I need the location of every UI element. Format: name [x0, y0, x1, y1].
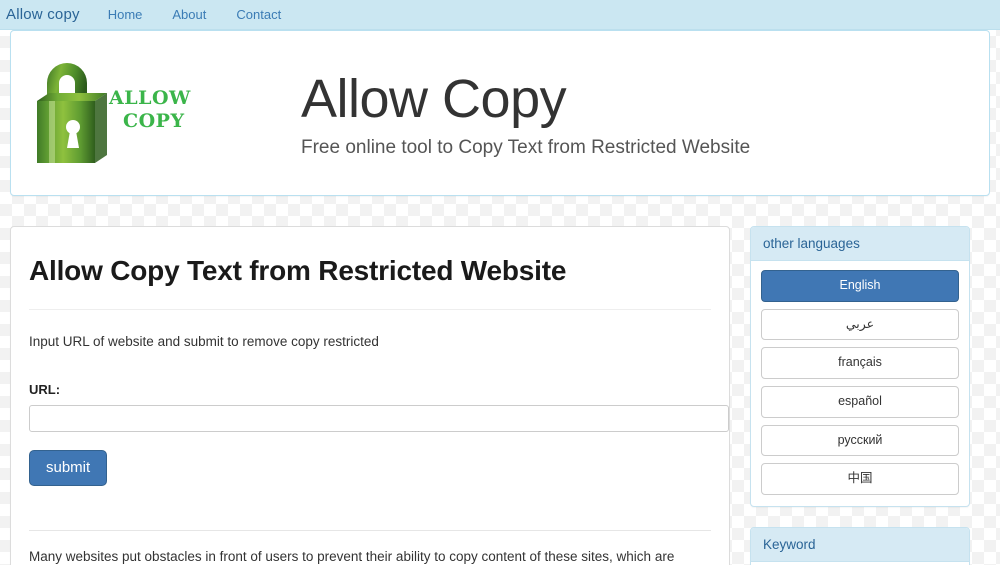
languages-panel-title: other languages — [751, 227, 969, 261]
language-option-french[interactable]: français — [761, 347, 959, 379]
language-option-spanish[interactable]: español — [761, 385, 959, 418]
open-padlock-icon — [37, 63, 107, 163]
navbar-brand[interactable]: Allow copy — [6, 6, 80, 23]
keyword-panel: Keyword copy and paste on protected Web — [750, 526, 970, 565]
top-navbar: Allow copy Home About Contact — [0, 0, 1000, 30]
lead-text: Input URL of website and submit to remov… — [29, 334, 379, 349]
nav-link-contact[interactable]: Contact — [236, 7, 281, 22]
submit-button[interactable]: submit — [29, 450, 108, 486]
logo-word-line1: ALLOW — [109, 87, 191, 109]
language-option-chinese[interactable]: 中国 — [761, 463, 959, 495]
intro-paragraph: Many websites put obstacles in front of … — [29, 549, 675, 564]
nav-link-about[interactable]: About — [172, 7, 206, 22]
url-form: URL: submit — [29, 382, 729, 486]
logo-word-line2: COPY — [123, 110, 185, 132]
content-columns: Allow Copy Text from Restricted Website … — [0, 226, 1000, 565]
main-card: Allow Copy Text from Restricted Website … — [10, 226, 730, 565]
language-option-russian[interactable]: русский — [761, 424, 959, 457]
page-subtitle: Free online tool to Copy Text from Restr… — [301, 137, 751, 159]
content-divider — [29, 530, 711, 531]
language-option-arabic[interactable]: عربي — [761, 308, 959, 341]
main-column: Allow Copy Text from Restricted Website … — [10, 226, 730, 565]
url-input[interactable] — [29, 405, 729, 432]
url-label: URL: — [29, 382, 61, 397]
logo-wordmark: ALLOW COPY — [109, 87, 249, 133]
nav-link-home[interactable]: Home — [108, 7, 143, 22]
language-option-english[interactable]: English — [761, 270, 959, 302]
site-header-panel: ALLOW COPY Allow Copy Free online tool t… — [10, 30, 990, 196]
languages-list: English عربي français español русский 中国 — [751, 261, 969, 506]
page-wrapper: ALLOW COPY Allow Copy Free online tool t… — [0, 30, 1000, 565]
languages-panel: other languages English عربي français es… — [750, 226, 970, 507]
site-logo[interactable]: ALLOW COPY — [25, 53, 255, 173]
sidebar: other languages English عربي français es… — [750, 226, 970, 565]
heading-divider — [29, 309, 711, 310]
navbar-links: Home About Contact — [108, 7, 281, 22]
site-title-block: Allow Copy Free online tool to Copy Text… — [255, 67, 750, 160]
main-heading: Allow Copy Text from Restricted Website — [29, 255, 567, 286]
keyword-panel-title: Keyword — [751, 527, 969, 562]
page-title: Allow Copy — [301, 68, 567, 129]
